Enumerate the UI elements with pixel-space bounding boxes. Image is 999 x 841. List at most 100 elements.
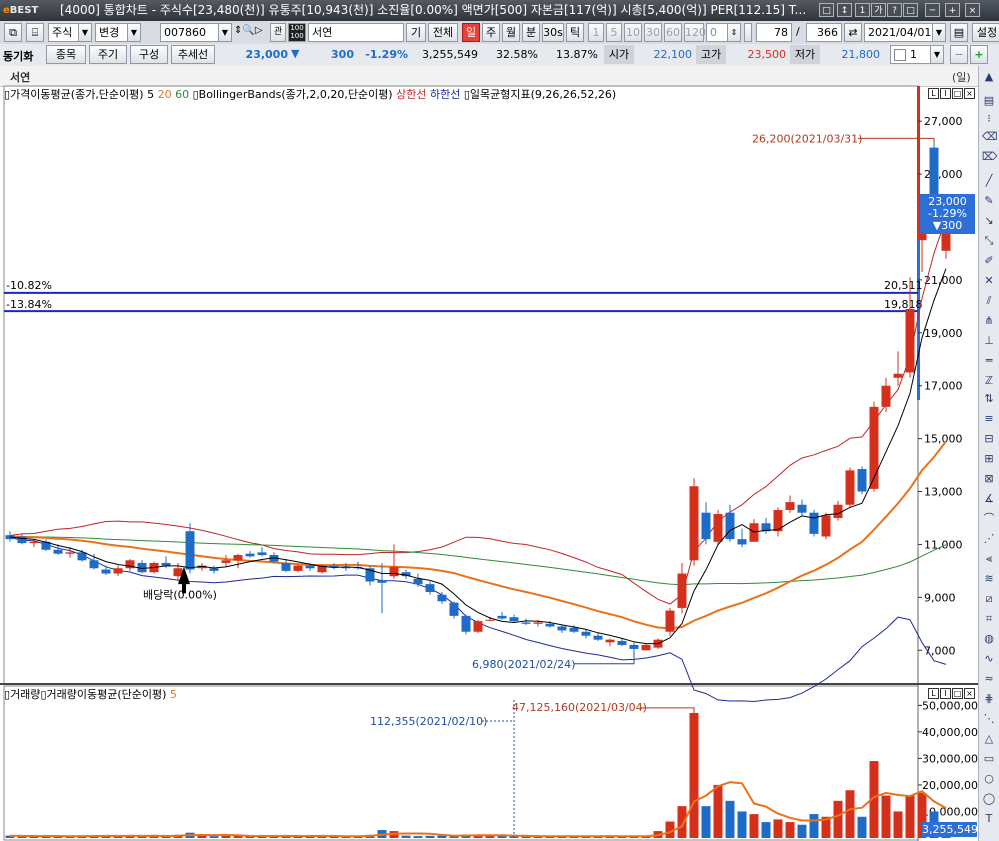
vol-pane-unlock-icon[interactable]: I [940, 688, 951, 699]
candle-body [545, 623, 555, 627]
pane-lock-icon[interactable]: L [928, 88, 939, 99]
candle-body [521, 622, 531, 624]
triangle-icon[interactable]: △ [982, 732, 996, 746]
pane-close-icon[interactable]: × [964, 88, 975, 99]
layout-icon[interactable]: ▤ [982, 94, 996, 108]
horizontal-line-icon[interactable]: ═ [982, 354, 996, 368]
fan-tool-icon[interactable]: ⊟ [982, 432, 996, 446]
scroll-up-icon[interactable]: ▲ [982, 70, 996, 84]
arrow-tool-icon[interactable]: ↘ [982, 214, 996, 228]
candle-body [29, 541, 39, 544]
high-price-annotation: 26,200(2021/03/31) [752, 132, 862, 145]
circle-icon[interactable]: ◯ [982, 792, 996, 806]
price-marker-change: ▼300 [932, 219, 963, 232]
volume-axis-label: 40,000,000 [922, 726, 985, 739]
candle-body [413, 578, 423, 585]
bb-upper-legend: 상한선 [396, 88, 427, 101]
vol-pane-close-icon[interactable]: × [964, 688, 975, 699]
ma60-legend: 60 [175, 88, 190, 101]
price-axis-label: 9,000 [924, 591, 956, 604]
price-axis-label: 19,000 [924, 327, 963, 340]
hline1-value-label: 20,511 [884, 279, 923, 292]
candle-body [485, 619, 495, 621]
volume-bar [713, 784, 723, 838]
candle-body [905, 308, 915, 373]
volume-bar [413, 836, 423, 838]
candle-body [17, 536, 27, 544]
candle-body [641, 644, 651, 651]
candle-body [665, 610, 675, 632]
channel-icon[interactable]: ⧄ [982, 592, 996, 606]
candle-body [437, 594, 447, 602]
price-axis-label: 17,000 [924, 380, 963, 393]
candle-body [701, 512, 711, 540]
volume-bar [785, 822, 795, 838]
volume-ref-annotation: 112,355(2021/02/10) [370, 715, 487, 728]
volume-bar [197, 835, 207, 838]
gann-tool-icon[interactable]: ⊠ [982, 472, 996, 486]
pencil-tool-icon[interactable]: ✎ [982, 194, 996, 208]
fibo-arc-icon[interactable]: ⌒ [982, 512, 996, 526]
pane-unlock-icon[interactable]: I [940, 88, 951, 99]
volume-bar [749, 814, 759, 838]
volume-bar [905, 795, 915, 838]
volume-max-annotation: 47,125,160(2021/03/04) [512, 701, 647, 714]
regression-icon[interactable]: ≋ [982, 572, 996, 586]
volume-bar [761, 822, 771, 838]
highlighter-icon[interactable]: ✐ [982, 254, 996, 268]
grid-tool-icon[interactable]: ⌗ [982, 612, 996, 626]
cross-tool-icon[interactable]: ✕ [982, 274, 996, 288]
volume-bar [689, 712, 699, 838]
rectangle-icon[interactable]: ▭ [982, 752, 996, 766]
eraser-icon[interactable]: ⌦ [982, 150, 998, 164]
zigzag-tool-icon[interactable]: ℤ [982, 374, 996, 388]
volume-bar [833, 800, 843, 838]
angle-tool-icon[interactable]: ∡ [982, 492, 996, 506]
candle-body [569, 627, 579, 632]
fibo-fan-icon[interactable]: ⋰ [982, 532, 996, 546]
pitchfork-tool-icon[interactable]: ⋔ [982, 314, 996, 328]
text-tool-icon[interactable]: T [982, 812, 996, 826]
ellipse-icon[interactable]: ○ [982, 772, 996, 786]
dots-icon[interactable]: ⁝ [982, 112, 996, 126]
candle-body [449, 602, 459, 616]
candle-body [101, 569, 111, 574]
ellipse-fill-icon[interactable]: ◍ [982, 632, 996, 646]
candle-body [845, 470, 855, 505]
cycle-tool-icon[interactable]: ⇅ [982, 392, 996, 406]
bb-lower-legend: 하한선 [429, 88, 461, 101]
candlestick-chart[interactable]: 7,0009,00011,00013,00015,00017,00019,000… [0, 0, 999, 841]
parallel-tool-icon[interactable]: ⫽ [982, 294, 996, 308]
candle-body [293, 565, 303, 571]
vol-pane-maximize-icon[interactable]: □ [952, 688, 963, 699]
gann-fan-icon[interactable]: ⋱ [982, 712, 996, 726]
ray-tool-icon[interactable]: ⤡ [982, 234, 996, 248]
volume-bar [701, 806, 711, 838]
pane-maximize-icon[interactable]: □ [952, 88, 963, 99]
wave-icon[interactable]: ≈ [982, 672, 996, 686]
andrews-icon[interactable]: ⫷ [982, 552, 996, 566]
candle-body [185, 531, 195, 570]
vol-pane-lock-icon[interactable]: L [928, 688, 939, 699]
volume-ma-period: 5 [169, 688, 177, 701]
volume-indicator-legend: ▯거래량▯거래량이동평균(단순이평) 5 [4, 686, 177, 702]
candle-body [65, 552, 75, 554]
vertical-line-icon[interactable]: ⊥ [982, 334, 996, 348]
candle-body [425, 584, 435, 593]
trendline-tool-icon[interactable]: ╱ [982, 174, 996, 188]
candle-body [257, 552, 267, 556]
candle-body [509, 617, 519, 622]
low-price-annotation: 6,980(2021/02/24) [472, 658, 575, 671]
fibo-tool-icon[interactable]: ≡ [982, 412, 996, 426]
all-delete-icon[interactable]: ⌫ [982, 130, 998, 144]
candle-body [89, 560, 99, 569]
candle-body [209, 568, 219, 571]
elliott-icon[interactable]: ∿ [982, 652, 996, 666]
candle-body [725, 512, 735, 540]
price-indicator-legend: ▯가격이동평균(종가,단순이평) 5 20 60 ▯BollingerBands… [4, 86, 616, 102]
ichimoku-legend-label: 일목균형지표(9,26,26,52,26) [469, 88, 617, 101]
speed-tool-icon[interactable]: ⊞ [982, 452, 996, 466]
candle-body [821, 515, 831, 537]
gann-grid-icon[interactable]: ⋕ [982, 692, 996, 706]
candle-body [533, 622, 543, 624]
